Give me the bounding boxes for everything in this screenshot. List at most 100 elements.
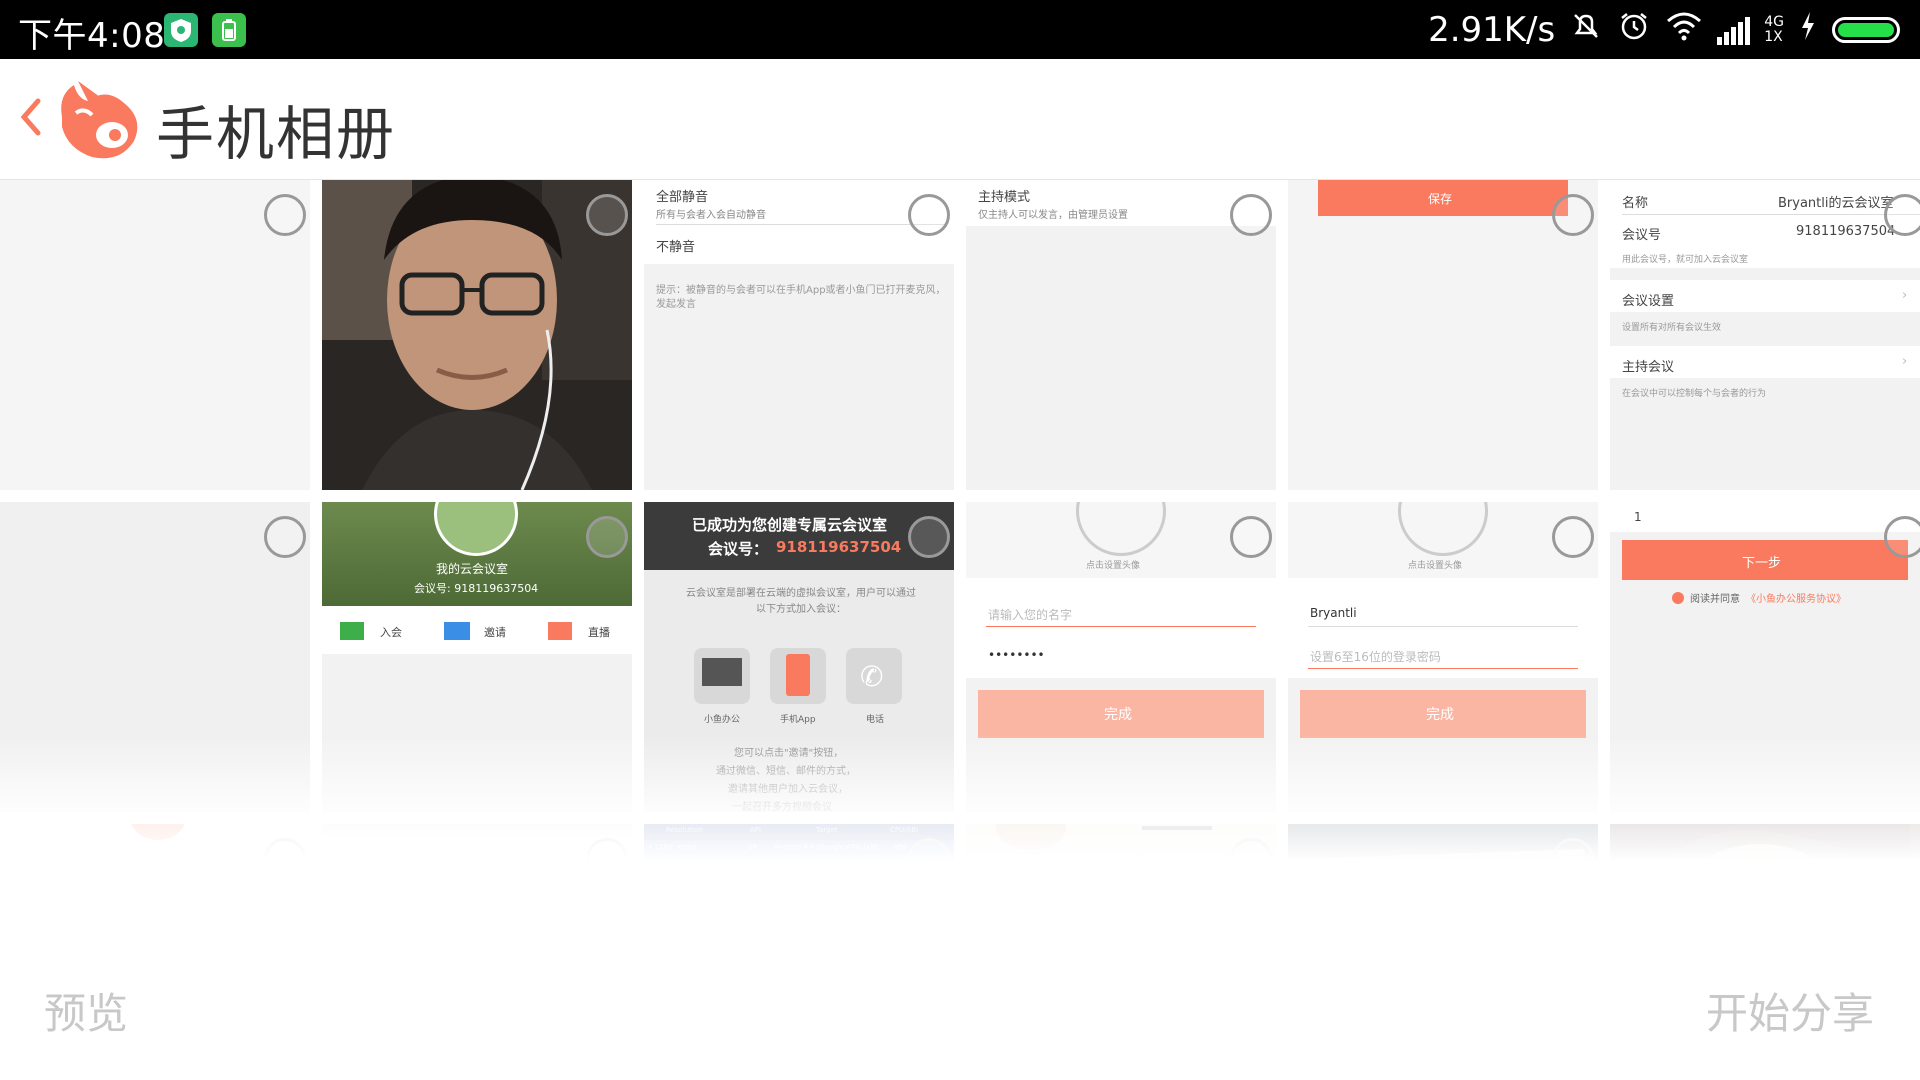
select-circle-icon[interactable] bbox=[586, 516, 628, 558]
network-type: 4G 1X bbox=[1764, 14, 1784, 45]
row-label: 会议设置 bbox=[1622, 294, 1675, 309]
photo-tile[interactable]: 保存 bbox=[1288, 180, 1598, 490]
paper-char: 爱 bbox=[1076, 909, 1090, 925]
photo-tile[interactable]: 主持模式 仅主持人可以发言，由管理员设置 bbox=[966, 180, 1276, 490]
photo-tile[interactable] bbox=[322, 180, 632, 490]
done-label: 完成 bbox=[1426, 707, 1454, 723]
phone-input[interactable]: 手机号码 bbox=[44, 908, 92, 925]
join-icon bbox=[340, 622, 364, 640]
start-share-button[interactable]: 开始分享 bbox=[1706, 980, 1874, 1041]
photo-grid: 全部静音 所有与会者入会自动静音 不静音 提示：被静音的与会者可以在手机App或… bbox=[0, 180, 1920, 942]
checkbox-icon[interactable] bbox=[1672, 592, 1684, 604]
select-circle-icon[interactable] bbox=[1884, 516, 1920, 558]
chevron-left-icon[interactable] bbox=[16, 97, 46, 137]
country-code: +86 bbox=[44, 872, 72, 887]
select-circle-icon[interactable] bbox=[1230, 838, 1272, 880]
paper-grid bbox=[1026, 884, 1267, 942]
fish-logo-icon bbox=[48, 77, 148, 165]
field-label: 会议号 bbox=[1622, 228, 1662, 243]
chevron-right-icon: › bbox=[1902, 354, 1908, 369]
select-circle-icon[interactable] bbox=[1884, 194, 1920, 236]
cell: x 1920: 420dpi bbox=[648, 864, 701, 872]
logo-fragment bbox=[130, 824, 186, 840]
photo-tile[interactable]: 点击设置头像 Bryantli 设置6至16位的登录密码 完成 bbox=[1288, 502, 1598, 812]
col-header: Resolution bbox=[666, 826, 703, 834]
photo-tile[interactable]: 你 爱 瑞 小 小 bbox=[966, 824, 1276, 942]
setting-title: 主持模式 bbox=[978, 190, 1031, 205]
select-circle-icon[interactable] bbox=[586, 194, 628, 236]
photo-tile[interactable]: +86 中国 手机号码 bbox=[0, 824, 310, 942]
photo-tile[interactable] bbox=[1610, 824, 1920, 942]
photo-tile[interactable] bbox=[0, 502, 310, 812]
option-label: 手机App bbox=[780, 715, 816, 725]
select-circle-icon[interactable] bbox=[264, 516, 306, 558]
cell: x86_64 bbox=[884, 864, 910, 872]
next-label: 下一步 bbox=[1742, 556, 1782, 571]
cell: 22 bbox=[748, 864, 757, 872]
option-label: 电话 bbox=[866, 715, 885, 725]
tile-top-bar bbox=[322, 824, 632, 836]
photo-tile[interactable]: 点击设置头像 请输入您的名字 •••••••• 完成 bbox=[966, 502, 1276, 812]
action-label: 直播 bbox=[588, 626, 610, 639]
select-circle-icon[interactable] bbox=[908, 194, 950, 236]
divider bbox=[1622, 214, 1920, 215]
col-header: API bbox=[750, 826, 762, 834]
battery-app-icon bbox=[212, 13, 246, 47]
status-right: 2.91K/s 4G 1X bbox=[1428, 8, 1900, 52]
preview-button[interactable]: 预览 bbox=[44, 980, 128, 1041]
setting-note: 提示：被静音的与会者可以在手机App或者小鱼门已打开麦克风，发起发言 bbox=[656, 285, 946, 310]
calendar-heading: 2016-2017学年校历 bbox=[1392, 878, 1522, 893]
save-label: 保存 bbox=[1428, 192, 1453, 206]
select-circle-icon[interactable] bbox=[908, 516, 950, 558]
success-title: 已成功为您创建专属云会议室 bbox=[692, 516, 888, 534]
agreement-link[interactable]: 《小鱼办公服务协议》 bbox=[1746, 590, 1846, 605]
photo-tile[interactable]: 我的云会议室 会议号: 918119637504 入会 邀请 直播 bbox=[322, 502, 632, 812]
password-input[interactable]: •••••••• bbox=[988, 648, 1045, 662]
input-underline bbox=[986, 626, 1256, 627]
photo-tile[interactable]: 已成功为您创建专属云会议室 会议号： 918119637504 云会议室是部署在… bbox=[644, 502, 954, 812]
photo-tile[interactable]: 全部静音 所有与会者入会自动静音 不静音 提示：被静音的与会者可以在手机App或… bbox=[644, 180, 954, 490]
select-circle-icon[interactable] bbox=[264, 838, 306, 880]
room-name: 我的云会议室 bbox=[436, 562, 509, 576]
password-input[interactable]: 设置6至16位的登录密码 bbox=[1310, 648, 1441, 665]
action-bar bbox=[322, 606, 632, 654]
photo-tile[interactable] bbox=[0, 180, 310, 490]
select-circle-icon[interactable] bbox=[1552, 194, 1594, 236]
input-panel bbox=[1610, 502, 1920, 532]
photo-tile[interactable]: 2016-2017学年校历 bbox=[1288, 824, 1598, 942]
selfie-photo bbox=[322, 180, 632, 490]
tip-line: 邀请其他用户加入云会议， bbox=[728, 784, 848, 795]
select-circle-icon[interactable] bbox=[1552, 838, 1594, 880]
photo-tile[interactable]: 名称 Bryantli的云会议室 会议号 918119637504 用此会议号，… bbox=[1610, 180, 1920, 490]
paper-char: 你 bbox=[1038, 909, 1052, 925]
col-header: Target bbox=[816, 826, 838, 834]
field-value: 918119637504 bbox=[1796, 224, 1896, 239]
desc-title: 应用描述 bbox=[332, 856, 381, 870]
name-input[interactable]: Bryantli bbox=[1310, 606, 1357, 620]
mail-icon bbox=[444, 622, 470, 640]
network-speed: 2.91K/s bbox=[1428, 10, 1556, 50]
agree-text: 阅读并同意 bbox=[1690, 594, 1740, 605]
paper-char: 小 bbox=[1156, 909, 1170, 925]
name-input[interactable]: 请输入您的名字 bbox=[988, 606, 1072, 623]
country-name: 中国 bbox=[106, 876, 133, 891]
select-circle-icon[interactable] bbox=[1552, 516, 1594, 558]
cell: x 1280: xhdpi bbox=[648, 843, 697, 851]
row-label: 主持会议 bbox=[1622, 360, 1675, 375]
portrait-photo bbox=[1610, 824, 1920, 942]
action-label: 邀请 bbox=[484, 626, 506, 639]
select-circle-icon[interactable] bbox=[264, 194, 306, 236]
photo-tile[interactable]: 1 下一步 阅读并同意 《小鱼办公服务协议》 bbox=[1610, 502, 1920, 812]
select-circle-icon[interactable] bbox=[1230, 194, 1272, 236]
photo-tile[interactable]: Resolution API Target CPU/ABI x 1280: xh… bbox=[644, 824, 954, 942]
setting-title: 全部静音 bbox=[656, 190, 709, 205]
mute-bell-icon bbox=[1569, 9, 1603, 52]
avatar-hint: 点击设置头像 bbox=[1408, 561, 1463, 571]
photo-tile[interactable]: 应用描述 Zoom是一款跨平台的云视频会议工具。将移动协作体验带到高清视频会议，… bbox=[322, 824, 632, 942]
select-circle-icon[interactable] bbox=[908, 838, 950, 880]
select-circle-icon[interactable] bbox=[586, 838, 628, 880]
shield-icon bbox=[164, 13, 198, 47]
select-circle-icon[interactable] bbox=[1230, 516, 1272, 558]
meeting-id-label: 会议号： bbox=[708, 540, 769, 558]
setting-subtitle: 所有与会者入会自动静音 bbox=[656, 210, 766, 221]
